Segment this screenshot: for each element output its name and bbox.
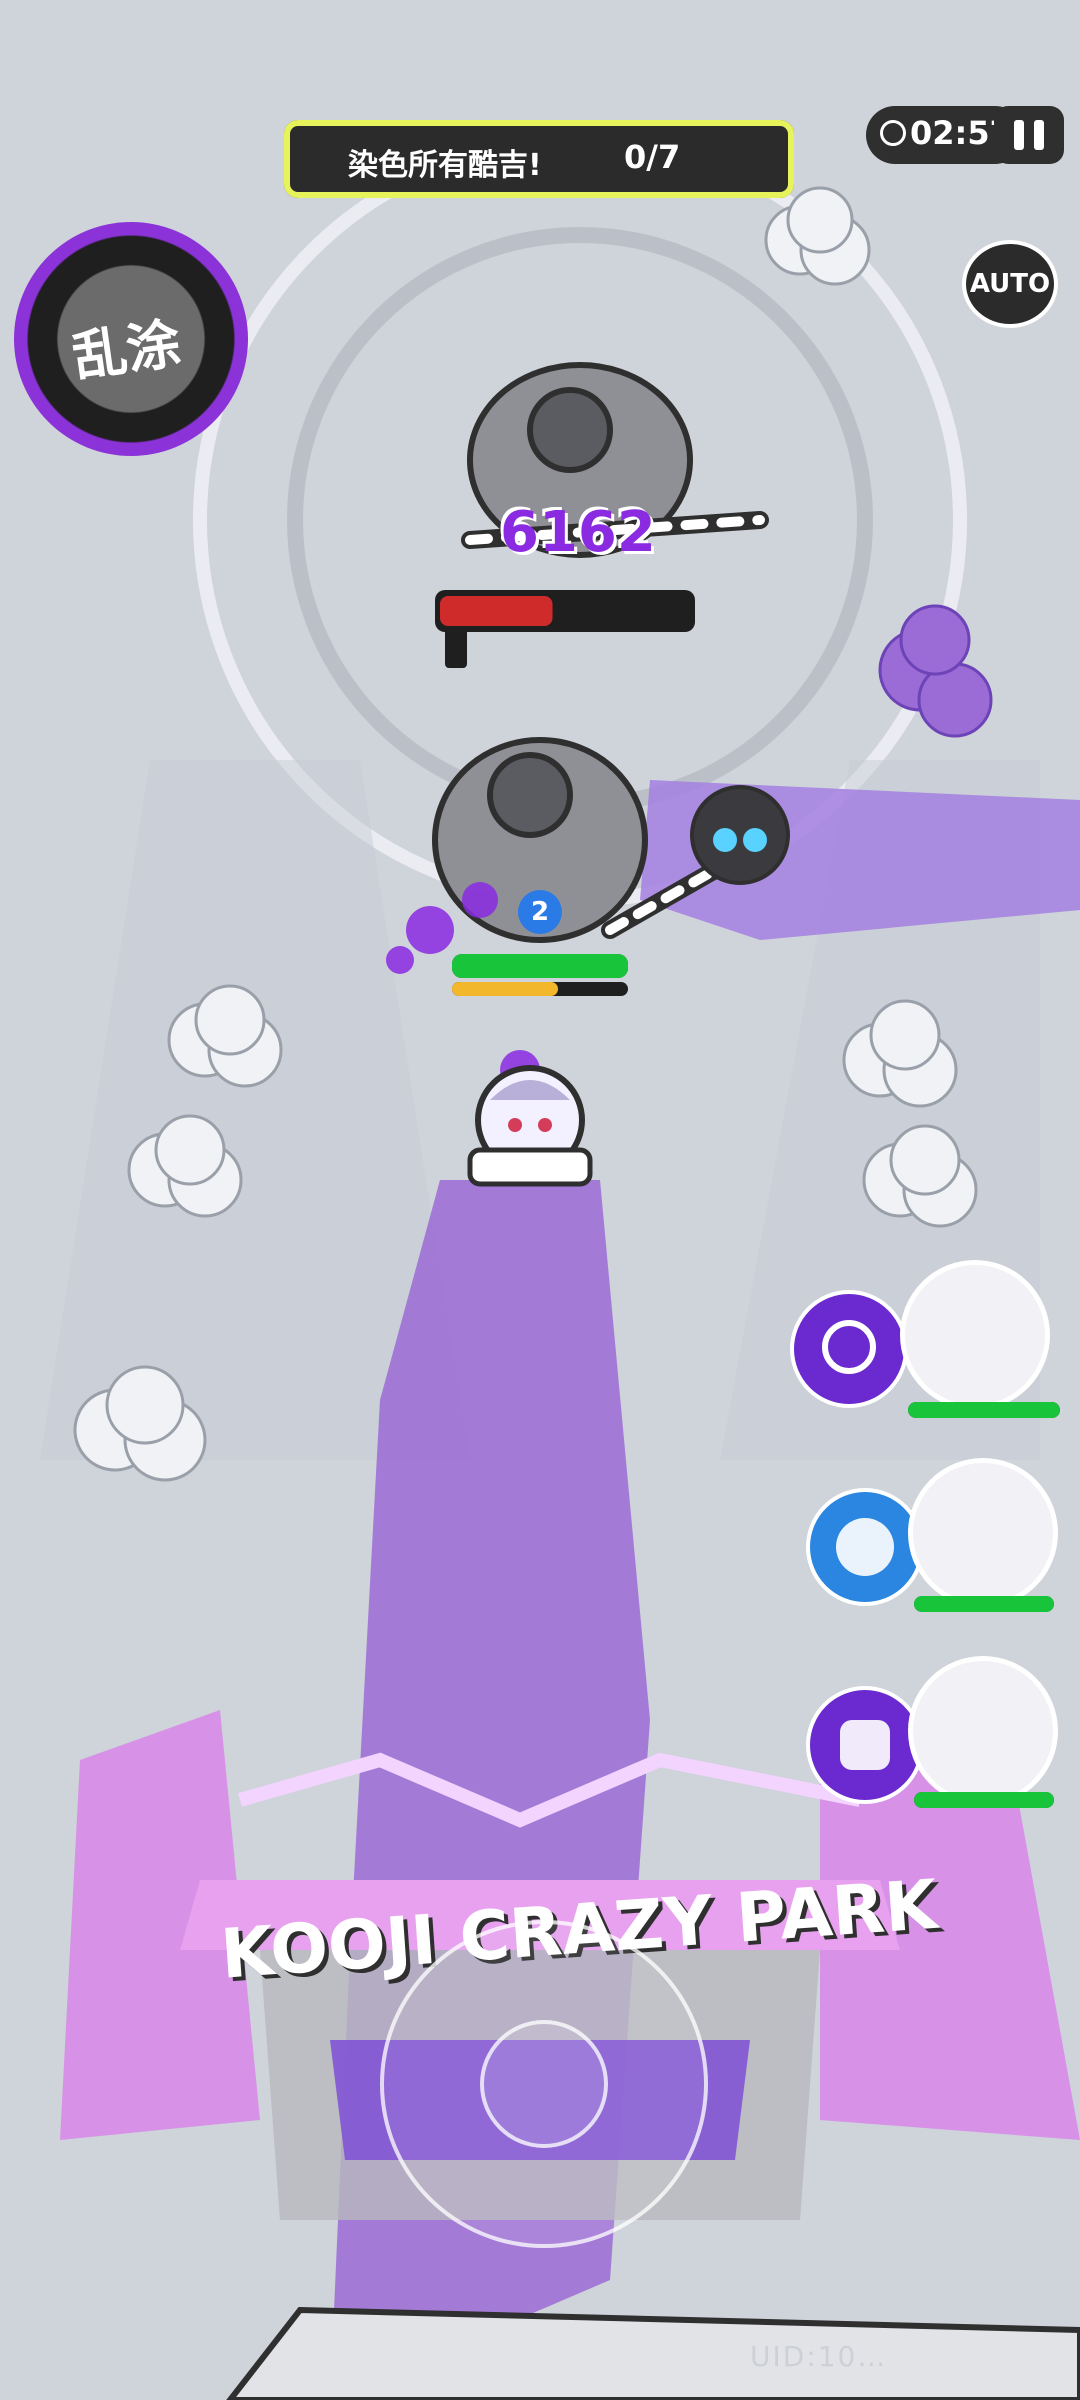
- hero-1-hp-bar: [908, 1402, 1060, 1418]
- joystick-knob[interactable]: [480, 2020, 608, 2148]
- player-level-badge: 2: [518, 890, 562, 934]
- player-hp-fill: [452, 954, 628, 978]
- hero-2-skill-button[interactable]: [806, 1488, 924, 1606]
- mission-banner: 染色所有酷吉! 0/7: [284, 120, 794, 198]
- skill-label: 乱涂: [68, 311, 185, 390]
- clock-icon: [880, 120, 906, 146]
- player-energy-bar: [452, 982, 628, 996]
- hero-3-hp-bar: [914, 1792, 1054, 1808]
- hero-3-skill-button[interactable]: [806, 1686, 924, 1804]
- skill-button[interactable]: 乱涂: [14, 222, 248, 456]
- player-character: [467, 1065, 593, 1187]
- hero-3-portrait[interactable]: [908, 1656, 1058, 1806]
- hero-1-skill-button[interactable]: [790, 1290, 908, 1408]
- pause-button[interactable]: [994, 106, 1064, 164]
- auto-label: AUTO: [969, 269, 1051, 299]
- hero-2-portrait[interactable]: [908, 1458, 1058, 1608]
- uid-watermark: UID:10…: [750, 2340, 888, 2373]
- mission-text: 染色所有酷吉!: [348, 148, 542, 183]
- virtual-joystick[interactable]: [380, 1920, 708, 2248]
- auto-button[interactable]: AUTO: [962, 240, 1058, 328]
- hero-1-portrait[interactable]: [900, 1260, 1050, 1410]
- mission-progress: 0/7: [624, 138, 681, 176]
- player-energy-fill: [452, 982, 558, 996]
- paint-icon: [840, 1720, 890, 1770]
- player-hp-bar: [452, 954, 628, 978]
- tornado-icon: [822, 1320, 876, 1374]
- flower-icon: [836, 1518, 894, 1576]
- damage-number: 6162: [500, 500, 656, 565]
- hero-2-hp-bar: [914, 1596, 1054, 1612]
